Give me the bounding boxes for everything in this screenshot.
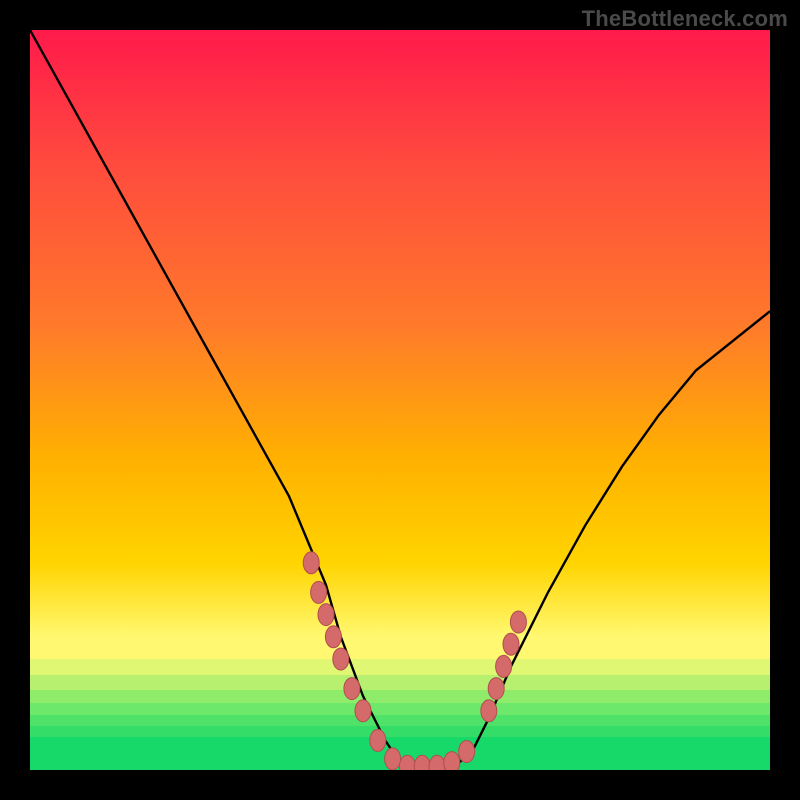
plot-area xyxy=(30,30,770,770)
curve-marker xyxy=(399,755,415,770)
watermark-text: TheBottleneck.com xyxy=(582,6,788,32)
curve-marker xyxy=(385,748,401,770)
curve-path xyxy=(30,30,770,770)
bottleneck-curve xyxy=(30,30,770,770)
curve-marker xyxy=(370,729,386,751)
curve-marker xyxy=(311,581,327,603)
curve-marker xyxy=(510,611,526,633)
curve-marker xyxy=(444,752,460,770)
chart-frame: TheBottleneck.com xyxy=(0,0,800,800)
curve-marker xyxy=(414,755,430,770)
curve-marker xyxy=(481,700,497,722)
curve-marker xyxy=(303,552,319,574)
curve-marker xyxy=(496,655,512,677)
curve-marker xyxy=(488,678,504,700)
curve-marker xyxy=(333,648,349,670)
curve-marker xyxy=(503,633,519,655)
curve-marker xyxy=(325,626,341,648)
curve-marker xyxy=(344,678,360,700)
curve-marker xyxy=(318,604,334,626)
curve-marker xyxy=(429,755,445,770)
curve-marker xyxy=(355,700,371,722)
curve-marker xyxy=(459,741,475,763)
curve-markers xyxy=(303,552,526,770)
